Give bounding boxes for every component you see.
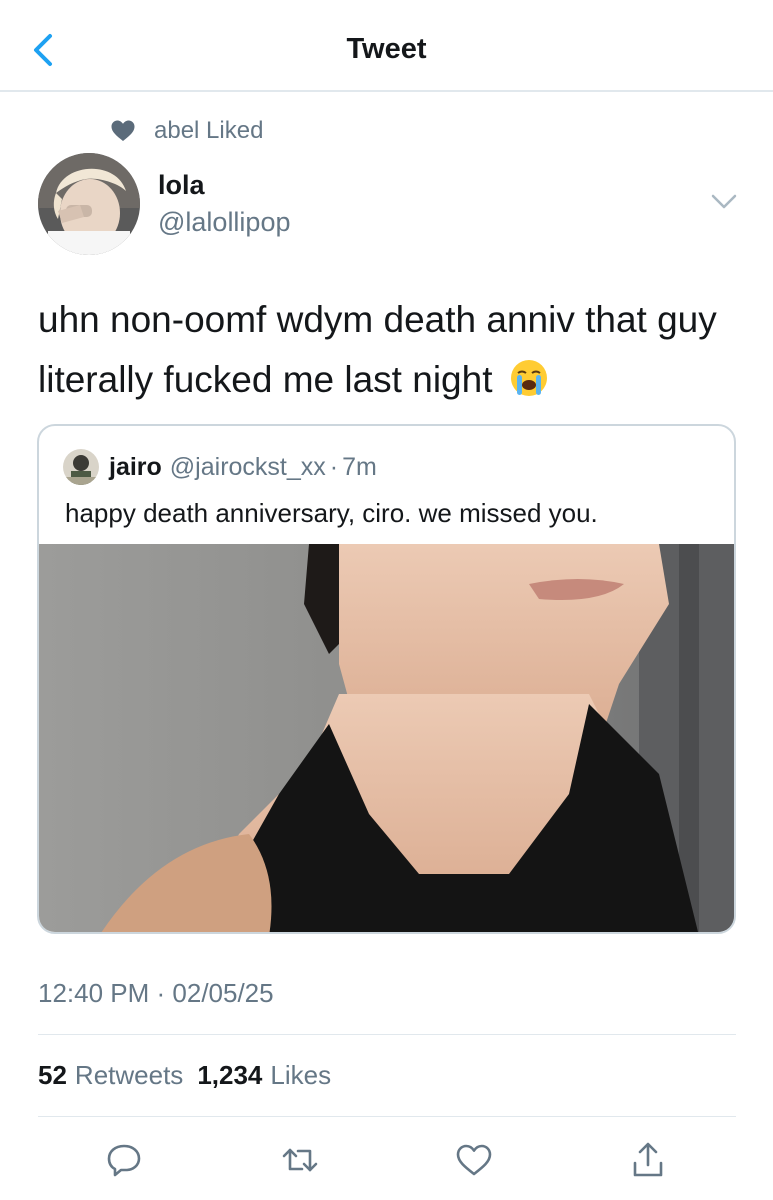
- share-button[interactable]: [620, 1132, 676, 1188]
- chevron-down-icon[interactable]: [710, 192, 738, 212]
- author-avatar[interactable]: [38, 153, 140, 255]
- social-context[interactable]: abel Liked: [110, 116, 263, 146]
- quoted-separator: ·: [329, 452, 339, 481]
- social-context-text: abel Liked: [154, 117, 264, 144]
- quoted-tweet-header: jairo @jairockst_xx · 7m: [63, 448, 377, 486]
- likes-count[interactable]: 1,234: [197, 1060, 262, 1091]
- action-bar: [0, 1132, 773, 1188]
- retweets-count[interactable]: 52: [38, 1060, 67, 1091]
- tweet-text-content: uhn non-oomf wdym death anniv that guy l…: [38, 299, 717, 400]
- retweet-icon: [282, 1148, 318, 1172]
- share-icon: [633, 1142, 663, 1177]
- like-icon: [456, 1144, 492, 1176]
- author-handle[interactable]: @lalollipop: [158, 207, 290, 238]
- quoted-author-handle: @jairockst_xx: [169, 452, 326, 481]
- nav-bar: Tweet: [0, 0, 773, 92]
- page-title: Tweet: [346, 33, 427, 65]
- divider: [38, 1034, 736, 1035]
- tweet-text: uhn non-oomf wdym death anniv that guy l…: [38, 290, 738, 410]
- quoted-avatar: [63, 449, 99, 485]
- quoted-tweet[interactable]: jairo @jairockst_xx · 7m happy death ann…: [37, 424, 736, 934]
- divider: [38, 1116, 736, 1117]
- quoted-media-image[interactable]: [39, 544, 734, 932]
- reply-button[interactable]: [96, 1132, 152, 1188]
- quoted-tweet-text: happy death anniversary, ciro. we missed…: [65, 498, 598, 528]
- like-button[interactable]: [446, 1132, 502, 1188]
- photo: [39, 544, 734, 932]
- reply-icon: [107, 1144, 141, 1177]
- retweet-button[interactable]: [272, 1132, 328, 1188]
- quoted-author-name: jairo: [109, 452, 162, 481]
- loudly-crying-face-icon: [510, 360, 547, 396]
- likes-label[interactable]: Likes: [270, 1060, 331, 1091]
- quoted-time: 7m: [342, 452, 377, 481]
- tweet-timestamp: 12:40 PM · 02/05/25: [38, 978, 274, 1008]
- avatar-image: [38, 153, 140, 255]
- retweets-label[interactable]: Retweets: [75, 1060, 183, 1091]
- author-name[interactable]: lola: [158, 170, 205, 201]
- tweet-stats: 52 Retweets 1,234 Likes: [38, 1060, 345, 1091]
- heart-filled-icon: [111, 120, 135, 141]
